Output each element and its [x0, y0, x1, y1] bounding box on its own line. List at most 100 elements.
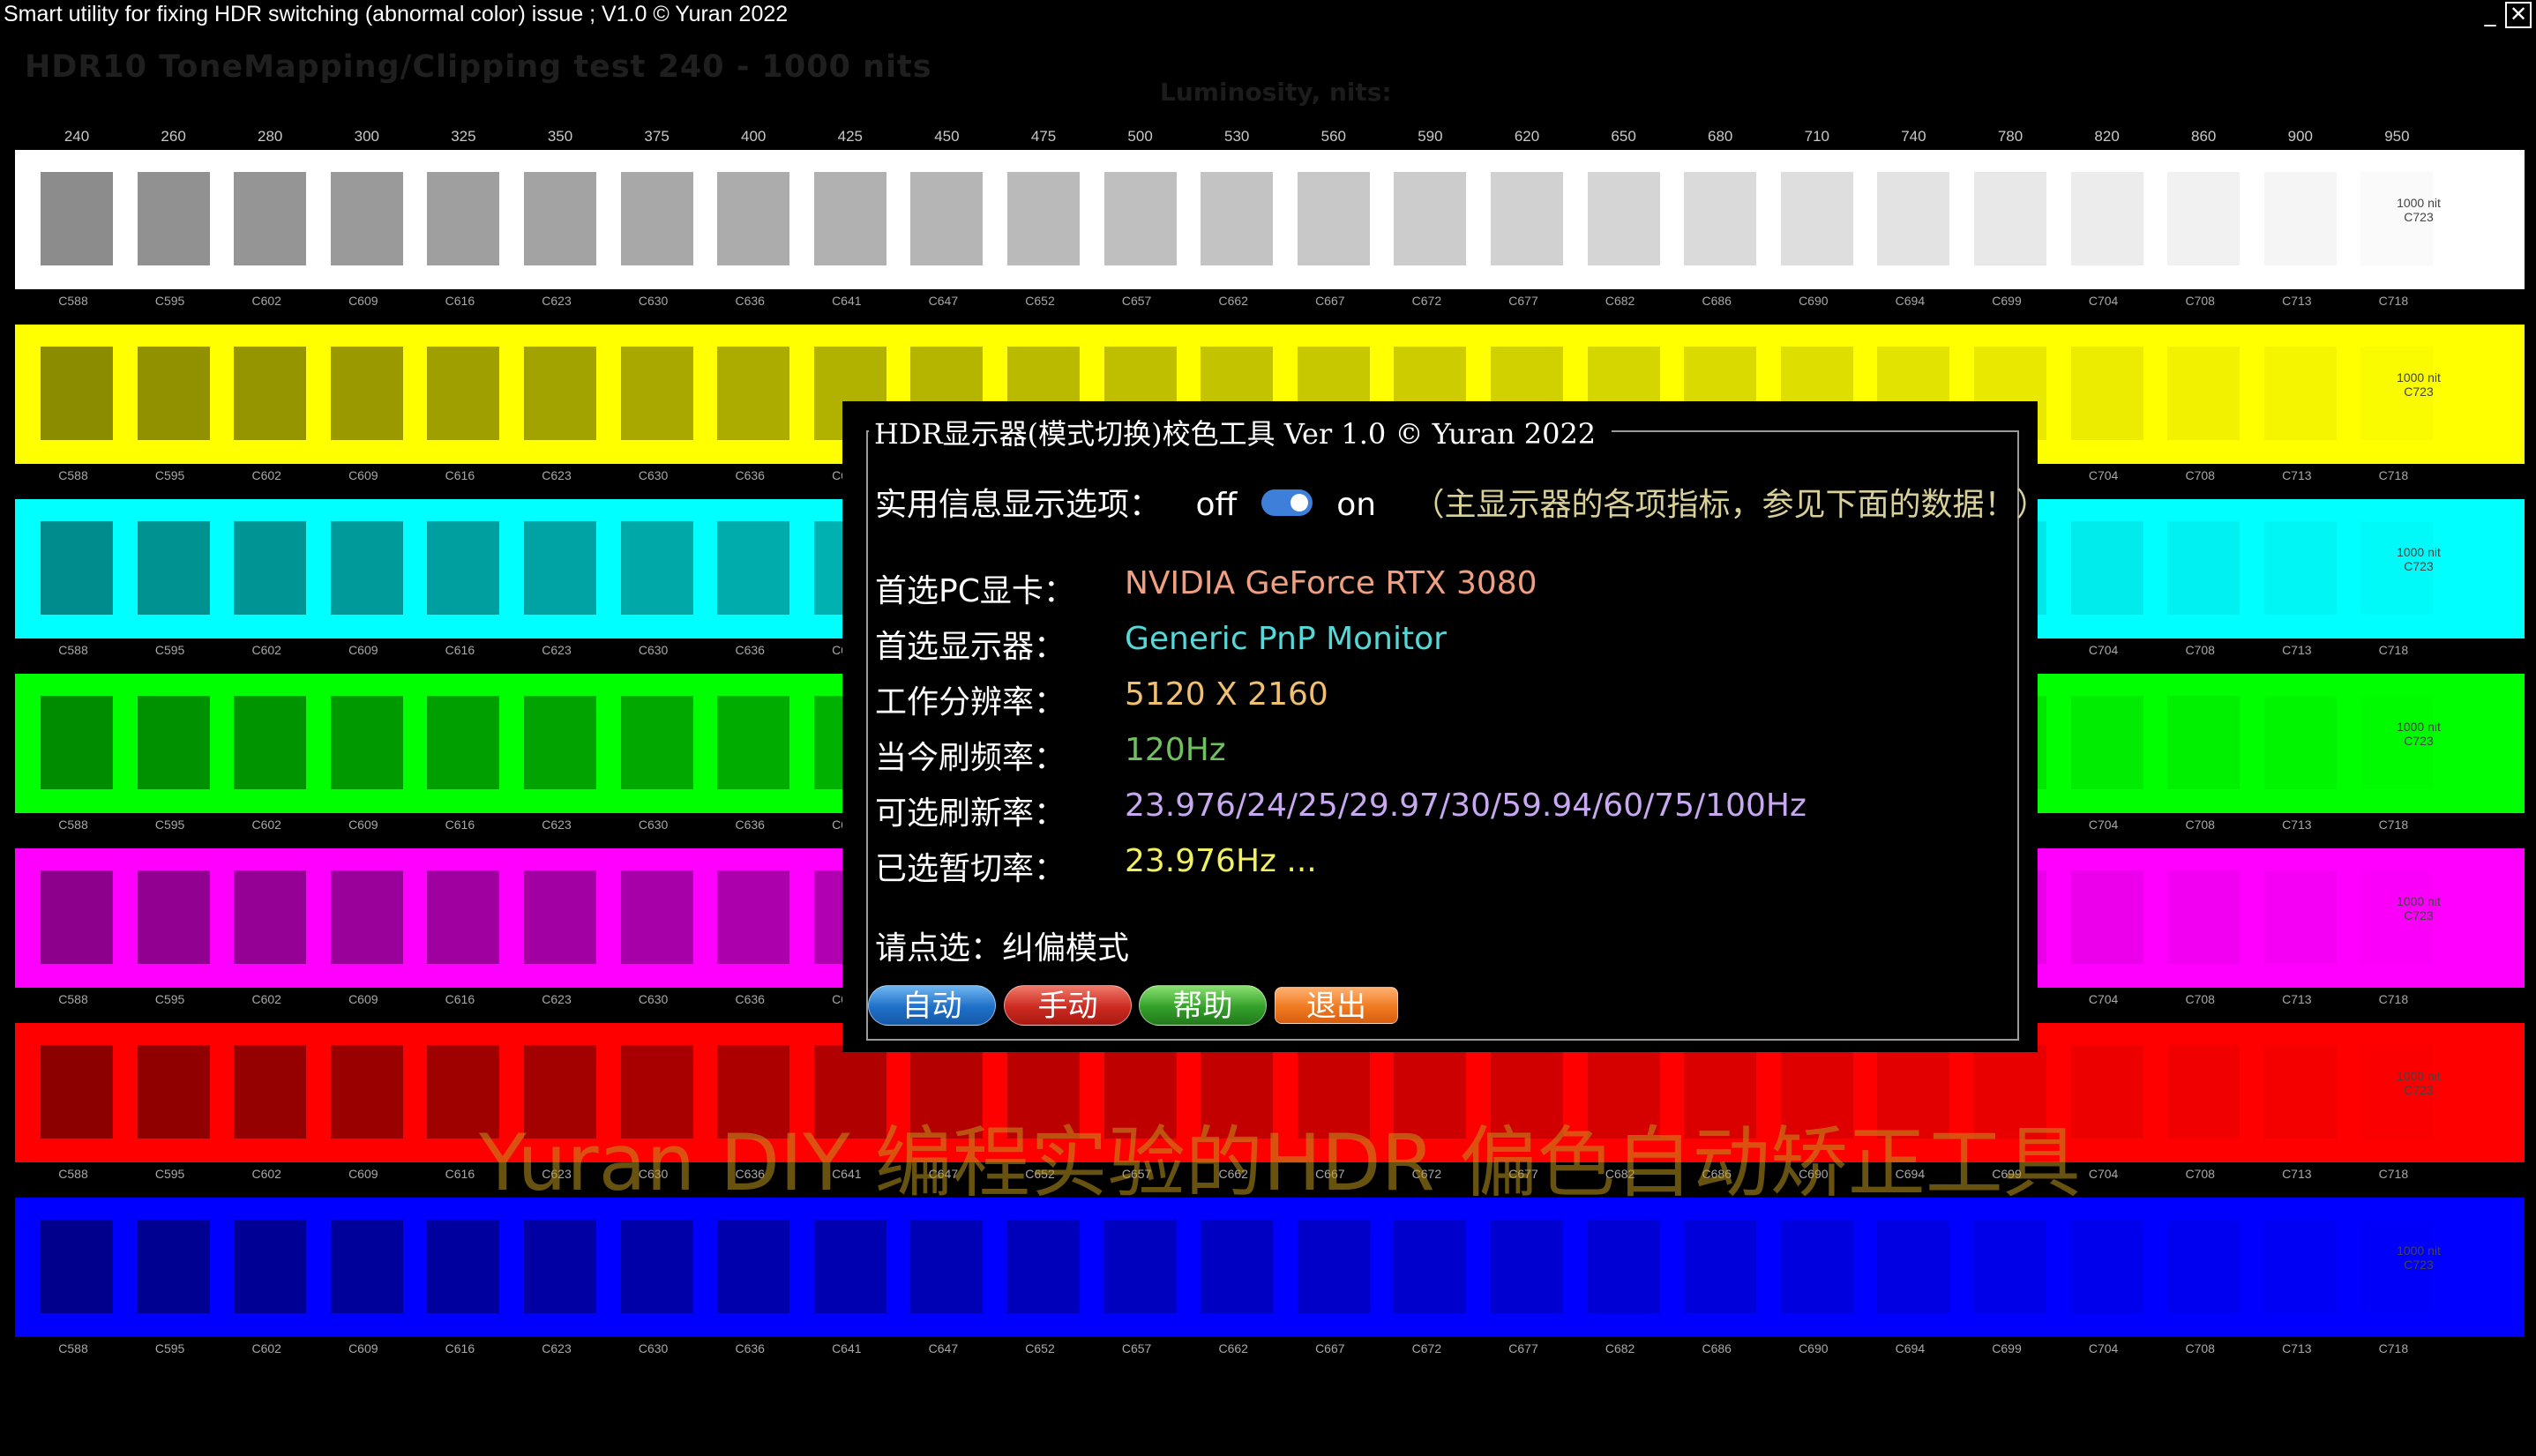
- end-label-nits: 1000 nit: [2397, 894, 2441, 908]
- end-label-code: C723: [2404, 734, 2434, 748]
- code-label: C690: [1799, 294, 1829, 308]
- nit-tick-label: 710: [1804, 128, 1829, 145]
- swatch: [524, 1220, 596, 1313]
- code-label: C595: [154, 1341, 185, 1355]
- code-label: C595: [154, 1167, 185, 1181]
- info-display-toggle[interactable]: [1261, 489, 1313, 516]
- code-label: C616: [445, 1341, 475, 1355]
- nit-tick-label: 350: [547, 128, 573, 145]
- code-label: C588: [58, 992, 88, 1006]
- nit-tick-label: 375: [644, 128, 670, 145]
- swatch: [137, 347, 210, 440]
- code-label: C602: [251, 1167, 281, 1181]
- manual-button[interactable]: 手动: [1004, 985, 1132, 1026]
- toggle-on-label: on: [1336, 487, 1377, 523]
- nit-tick-label: 620: [1514, 128, 1540, 145]
- swatch: [234, 696, 307, 789]
- swatch: [2167, 1220, 2241, 1313]
- swatch: [234, 172, 307, 265]
- nit-tick-label: 530: [1224, 128, 1250, 145]
- code-label: C588: [58, 1167, 88, 1181]
- auto-button[interactable]: 自动: [868, 985, 996, 1026]
- swatch: [234, 1045, 307, 1139]
- swatch: [524, 172, 596, 265]
- swatch: [620, 172, 693, 265]
- swatch: [910, 1220, 984, 1313]
- code-label: C623: [542, 294, 572, 308]
- nit-tick-label: 325: [451, 128, 476, 145]
- band-end-label: 1000 nit C723: [2357, 370, 2480, 399]
- swatch: [234, 521, 307, 615]
- swatch: [910, 172, 984, 265]
- code-label: C667: [1315, 1341, 1345, 1355]
- code-label: C630: [638, 1341, 669, 1355]
- swatch: [330, 521, 403, 615]
- swatch: [2070, 696, 2143, 789]
- code-label: C708: [2185, 992, 2215, 1006]
- swatch: [2263, 521, 2337, 615]
- end-label-nits: 1000 nit: [2397, 1069, 2441, 1083]
- code-label: C595: [154, 818, 185, 832]
- nit-tick-label: 425: [837, 128, 863, 145]
- code-label: C595: [154, 468, 185, 482]
- nit-tick-label: 780: [1997, 128, 2024, 145]
- code-label: C630: [638, 643, 669, 657]
- code-label: C713: [2282, 1167, 2312, 1181]
- code-label: C588: [58, 468, 88, 482]
- code-label: C713: [2282, 818, 2312, 832]
- info-options-row: 实用信息显示选项： off on （主显示器的各项指标，参见下面的数据！）: [875, 479, 2048, 525]
- code-label: C704: [2088, 468, 2119, 482]
- code-label: C641: [832, 1341, 862, 1355]
- swatch: [524, 347, 596, 440]
- nit-tick-label: 740: [1901, 128, 1926, 145]
- code-label: C636: [735, 294, 765, 308]
- swatch: [2070, 347, 2143, 440]
- gpu-value: NVIDIA GeForce RTX 3080: [1125, 565, 1537, 601]
- resolution-label: 工作分辨率：: [875, 684, 1066, 721]
- swatch: [717, 870, 790, 964]
- code-label: C602: [251, 468, 281, 482]
- code-label: C616: [445, 992, 475, 1006]
- end-label-code: C723: [2404, 1083, 2434, 1097]
- swatch: [717, 172, 790, 265]
- help-button[interactable]: 帮助: [1139, 985, 1267, 1026]
- code-label: C588: [58, 1341, 88, 1355]
- mode-prompt: 请点选：纠偏模式: [875, 930, 1130, 967]
- code-label: C616: [445, 643, 475, 657]
- code-label: C713: [2282, 643, 2312, 657]
- code-label: C699: [1992, 294, 2022, 308]
- swatch: [2070, 1045, 2143, 1139]
- exit-button[interactable]: 退出: [1275, 987, 1398, 1024]
- swatch: [330, 870, 403, 964]
- code-label: C588: [58, 294, 88, 308]
- code-label: C704: [2088, 818, 2119, 832]
- code-label: C682: [1605, 294, 1635, 308]
- nit-tick-label: 475: [1030, 128, 1057, 145]
- swatch: [1780, 172, 1853, 265]
- swatch: [1201, 1220, 1274, 1313]
- swatch: [2167, 347, 2241, 440]
- code-label: C609: [348, 294, 378, 308]
- swatch: [1684, 1220, 1757, 1313]
- band-end-label: 1000 nit C723: [2357, 196, 2480, 224]
- swatch: [41, 172, 113, 265]
- refresh-rate-label: 当今刷频率：: [875, 740, 1066, 776]
- refresh-rate-row: 当今刷频率： 120Hz: [875, 732, 1226, 778]
- code-label: C662: [1218, 1341, 1248, 1355]
- swatch: [41, 1220, 113, 1313]
- end-label-code: C723: [2404, 559, 2434, 573]
- swatch: [330, 347, 403, 440]
- code-label: C609: [348, 992, 378, 1006]
- swatch: [717, 521, 790, 615]
- nit-tick-label: 820: [2094, 128, 2120, 145]
- band-end-label: 1000 nit C723: [2357, 1069, 2480, 1097]
- swatch: [2263, 696, 2337, 789]
- swatch: [330, 172, 403, 265]
- swatch: [1587, 1220, 1660, 1313]
- swatch: [524, 870, 596, 964]
- band-end-label: 1000 nit C723: [2357, 720, 2480, 748]
- color-band-white: 1000 nit C723: [15, 150, 2525, 289]
- refresh-rate-value: 120Hz: [1125, 732, 1226, 768]
- swatch: [1297, 1220, 1370, 1313]
- swatch: [41, 870, 113, 964]
